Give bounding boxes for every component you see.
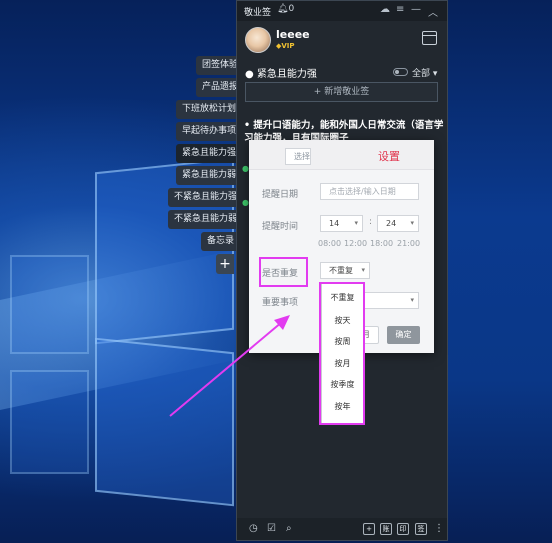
annotation-arrow [169,315,290,417]
